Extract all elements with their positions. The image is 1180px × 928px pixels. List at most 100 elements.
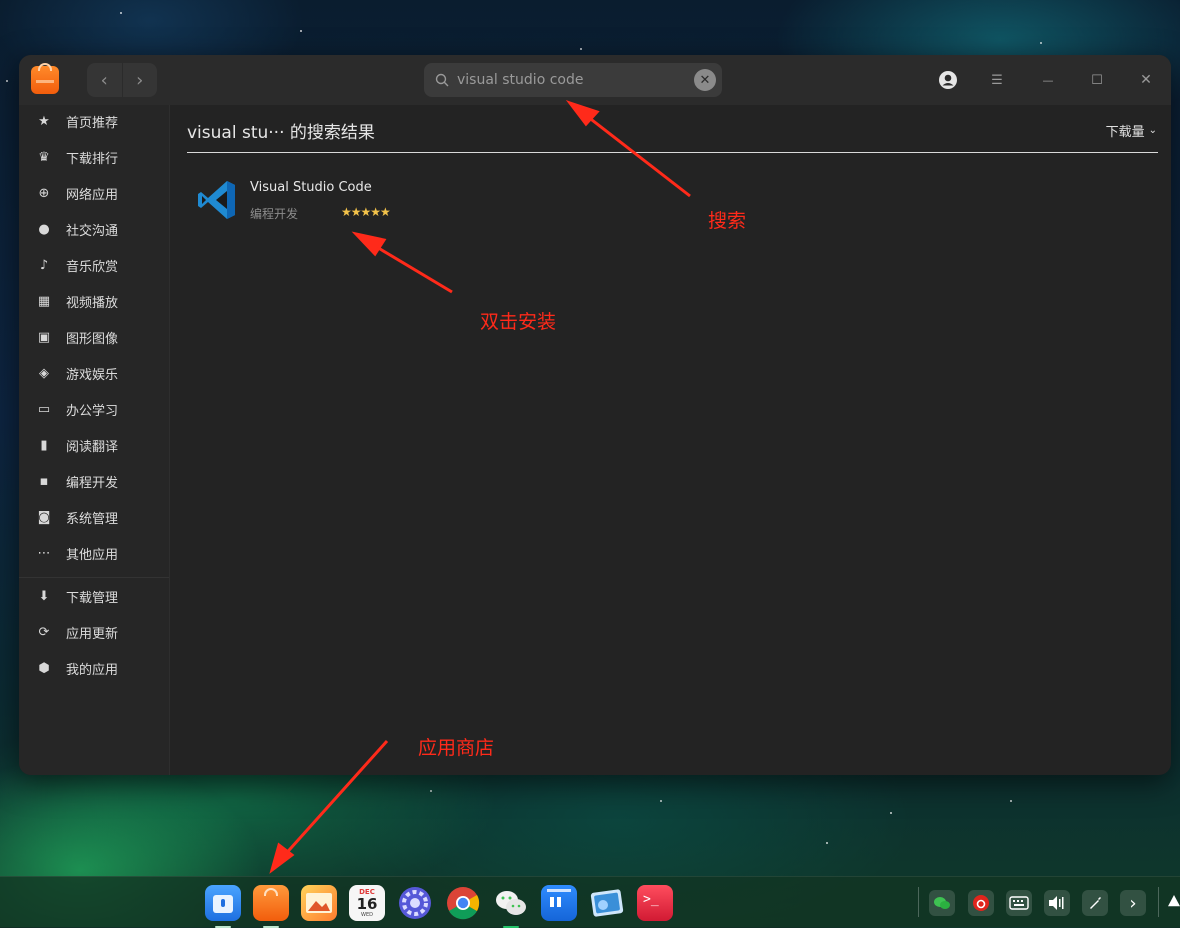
search-icon: [435, 73, 449, 87]
wechat-icon: [496, 891, 526, 915]
keyboard-glyph: [1009, 896, 1029, 910]
wechat-tray-glyph: [934, 897, 950, 909]
gamepad-icon: ◈: [39, 365, 49, 381]
wechat-app-icon[interactable]: [493, 885, 529, 928]
sidebar-item-my-apps[interactable]: ⬢ 我的应用: [19, 652, 169, 684]
star: [890, 812, 892, 814]
tray-separator: [918, 887, 919, 917]
system-window-icon: ◙: [37, 509, 51, 525]
account-icon: [939, 71, 957, 89]
sidebar-item-reading[interactable]: ▮ 阅读翻译: [19, 429, 169, 461]
clear-search-button[interactable]: ✕: [694, 69, 716, 91]
globe-icon: ⊕: [38, 185, 50, 201]
back-button[interactable]: ‹: [87, 63, 122, 97]
search-input[interactable]: visual studio code: [457, 63, 694, 97]
rating-stars: ★★★★★: [341, 205, 391, 219]
image-icon: ▣: [37, 329, 51, 345]
chrome-icon: [447, 887, 480, 920]
package-icon: ⬢: [38, 660, 50, 676]
pen-glyph: [1090, 897, 1101, 909]
terminal-prompt-icon: >_: [643, 892, 659, 907]
system-settings-app-icon[interactable]: [397, 885, 433, 921]
netease-glyph: [973, 895, 989, 911]
chevron-down-icon: ⌄: [1148, 125, 1157, 136]
chrome-browser-icon[interactable]: [445, 885, 481, 921]
maximize-icon: ☐: [1091, 72, 1103, 88]
star: [580, 48, 582, 50]
terminal-icon: ▪: [39, 473, 49, 489]
sidebar-item-label: 音乐欣赏: [66, 259, 119, 275]
netease-music-tray-icon[interactable]: [968, 890, 994, 916]
sidebar-item-development[interactable]: ▪ 编程开发: [19, 465, 169, 497]
vscode-app-icon: [198, 181, 235, 219]
close-icon: ✕: [1140, 72, 1152, 88]
main-menu-button[interactable]: ☰: [983, 67, 1011, 93]
sidebar-item-label: 社交沟通: [66, 223, 119, 239]
music-note-icon: ♪: [39, 257, 49, 273]
sidebar-item-label: 网络应用: [66, 187, 119, 203]
sidebar-item-label: 编程开发: [66, 475, 119, 491]
sort-label: 下载量: [1105, 125, 1145, 140]
sidebar-item-label: 其他应用: [66, 547, 119, 563]
sidebar-item-home[interactable]: ★ 首页推荐: [19, 105, 169, 137]
sidebar-item-social[interactable]: ● 社交沟通: [19, 213, 169, 245]
notes-app-icon[interactable]: [541, 885, 577, 921]
annotation-search-label: 搜索: [708, 210, 747, 232]
keyboard-icon[interactable]: [1006, 890, 1032, 916]
star: [660, 800, 662, 802]
sidebar-item-office[interactable]: ▭ 办公学习: [19, 393, 169, 425]
volume-glyph: [1049, 896, 1064, 910]
sidebar-item-downloads[interactable]: ⬇ 下载管理: [19, 580, 169, 612]
chevron-right-icon[interactable]: ›: [1120, 890, 1146, 916]
notification-bell-icon[interactable]: [1168, 895, 1180, 907]
sidebar-item-graphics[interactable]: ▣ 图形图像: [19, 321, 169, 353]
taskbar-dock: DEC 16 WED >_ ›: [0, 876, 1180, 928]
sidebar-item-label: 阅读翻译: [66, 439, 119, 455]
sidebar-item-label: 办公学习: [66, 403, 119, 419]
star: [430, 790, 432, 792]
calendar-app-icon[interactable]: DEC 16 WED: [349, 885, 385, 921]
tray-separator-right: [1158, 887, 1159, 917]
minimize-icon: —: [1042, 73, 1054, 87]
wechat-tray-icon[interactable]: [929, 890, 955, 916]
sidebar-item-label: 应用更新: [66, 626, 119, 642]
app-category: 编程开发: [250, 207, 299, 221]
minimize-button[interactable]: —: [1034, 67, 1062, 93]
sidebar-item-music[interactable]: ♪ 音乐欣赏: [19, 249, 169, 281]
book-icon: ▮: [40, 437, 48, 453]
search-box[interactable]: visual studio code ✕: [424, 63, 722, 97]
forward-button[interactable]: ›: [121, 63, 158, 97]
sidebar-item-other[interactable]: ⋯ 其他应用: [19, 537, 169, 569]
launcher-app-icon[interactable]: [205, 885, 241, 928]
app-name: Visual Studio Code: [250, 180, 372, 195]
close-button[interactable]: ✕: [1132, 67, 1160, 93]
photos-app-icon[interactable]: [301, 885, 337, 921]
image-viewer-app-icon[interactable]: [589, 885, 625, 921]
sidebar-item-label: 图形图像: [66, 331, 119, 347]
film-icon: ▦: [37, 293, 51, 309]
pen-icon[interactable]: [1082, 890, 1108, 916]
sidebar-item-system[interactable]: ◙ 系统管理: [19, 501, 169, 533]
sidebar-item-games[interactable]: ◈ 游戏娱乐: [19, 357, 169, 389]
sidebar-item-ranking[interactable]: ♛ 下载排行: [19, 141, 169, 173]
sidebar-item-video[interactable]: ▦ 视频播放: [19, 285, 169, 317]
maximize-button[interactable]: ☐: [1083, 67, 1111, 93]
presentation-board-icon: ▭: [37, 401, 51, 417]
sidebar-item-label: 视频播放: [66, 295, 119, 311]
mountain-icon: [306, 893, 332, 913]
download-circle-icon: ⬇: [38, 588, 50, 604]
account-button[interactable]: [934, 67, 962, 93]
app-store-dock-icon[interactable]: [253, 885, 289, 928]
terminal-app-icon[interactable]: >_: [637, 885, 673, 921]
star: [1010, 800, 1012, 802]
sort-dropdown[interactable]: 下载量 ⌄: [1106, 121, 1157, 140]
volume-icon[interactable]: [1044, 890, 1070, 916]
sidebar-item-updates[interactable]: ⟳ 应用更新: [19, 616, 169, 648]
star: [300, 30, 302, 32]
sidebar-item-network[interactable]: ⊕ 网络应用: [19, 177, 169, 209]
sidebar-item-label: 下载管理: [66, 590, 119, 606]
app-store-logo-icon: [31, 63, 59, 94]
search-result-item[interactable]: Visual Studio Code 编程开发 ★★★★★: [194, 174, 434, 226]
chat-bubble-icon: ●: [38, 221, 50, 237]
store-arrow-head: [269, 842, 295, 874]
